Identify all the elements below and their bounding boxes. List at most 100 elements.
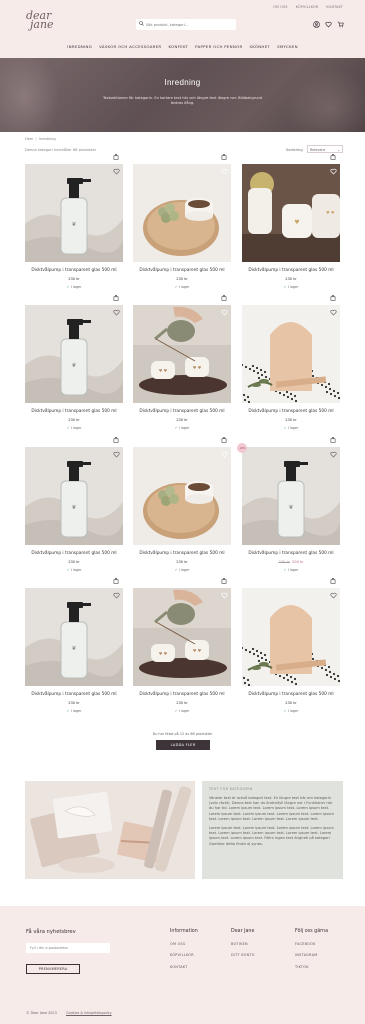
product-price: 230 kr — [242, 277, 340, 281]
product-name[interactable]: Disktvålpump i transparent glas 500 ml — [25, 692, 123, 697]
add-to-cart-bag-icon[interactable] — [112, 153, 120, 161]
search-bar[interactable] — [136, 19, 236, 30]
nav-item-inredning[interactable]: Inredning — [67, 44, 92, 49]
sale-price: 200 kr — [292, 560, 304, 564]
product-image[interactable]: ♥ ♥ ♥ ♥ — [133, 588, 231, 686]
footer-link[interactable]: Köpvillkor — [170, 953, 198, 957]
footer-link[interactable]: Facebook — [295, 942, 328, 946]
product-name[interactable]: Disktvålpump i transparent glas 500 ml — [133, 268, 231, 273]
product-image[interactable] — [133, 164, 231, 262]
add-to-cart-bag-icon[interactable] — [329, 294, 337, 302]
price: 230 kr — [176, 560, 188, 564]
nav-item-vaskor[interactable]: Väskor och accessoarer — [99, 44, 161, 49]
add-to-cart-bag-icon[interactable] — [329, 436, 337, 444]
check-icon: ✓ — [283, 708, 287, 713]
heart-icon[interactable] — [325, 21, 332, 30]
footer-link[interactable]: Ditt konto — [231, 953, 255, 957]
nav-item-konfekt[interactable]: Konfekt — [168, 44, 188, 49]
product-image[interactable]: ❦ — [25, 447, 123, 545]
product-image[interactable]: ♥ ♥ ♥ ♥ — [133, 305, 231, 403]
wishlist-heart-icon[interactable] — [329, 167, 337, 175]
top-link-contact[interactable]: Kontakt — [326, 5, 343, 9]
legal-link[interactable]: Cookies & Integritetspolicy — [66, 1011, 112, 1015]
footer-link[interactable]: Instagram — [295, 953, 328, 957]
add-to-cart-bag-icon[interactable] — [329, 577, 337, 585]
wishlist-heart-icon[interactable] — [220, 450, 228, 458]
editorial-paragraph: Vänster text är också kategori text. En … — [209, 796, 334, 821]
product-name[interactable]: Disktvålpump i transparent glas 500 ml — [25, 551, 123, 556]
editorial-text-box: Text för kategorin Vänster text är också… — [202, 781, 343, 879]
wishlist-heart-icon[interactable] — [329, 591, 337, 599]
product-name[interactable]: Disktvålpump i transparent glas 500 ml — [242, 409, 340, 414]
product-name[interactable]: Disktvålpump i transparent glas 500 ml — [133, 692, 231, 697]
product-image[interactable] — [242, 588, 340, 686]
cart-icon[interactable] — [337, 21, 344, 30]
breadcrumb: Hem / Inredning — [25, 137, 56, 141]
wishlist-heart-icon[interactable] — [112, 167, 120, 175]
editorial-image — [25, 781, 195, 879]
footer-link[interactable]: Tiktok — [295, 965, 328, 969]
product-image[interactable]: ♥ ♥ ♥ — [242, 164, 340, 262]
product-name[interactable]: Disktvålpump i transparent glas 500 ml — [25, 268, 123, 273]
footer-link[interactable]: Om oss — [170, 942, 198, 946]
nav-item-skonhet[interactable]: Skönhet — [249, 44, 270, 49]
category-title: Inredning — [164, 78, 201, 87]
add-to-cart-bag-icon[interactable] — [220, 153, 228, 161]
add-to-cart-bag-icon[interactable] — [220, 436, 228, 444]
add-to-cart-bag-icon[interactable] — [220, 577, 228, 585]
product-name[interactable]: Disktvålpump i transparent glas 500 ml — [25, 409, 123, 414]
old-price: 230 kr — [278, 560, 290, 564]
add-to-cart-bag-icon[interactable] — [220, 294, 228, 302]
stock-status: ✓ I lager — [242, 568, 340, 572]
stock-text: I lager — [178, 425, 190, 430]
add-to-cart-bag-icon[interactable] — [112, 436, 120, 444]
wishlist-heart-icon[interactable] — [112, 308, 120, 316]
product-image[interactable]: ❦ — [242, 447, 340, 545]
footer-link[interactable]: Kontakt — [170, 965, 198, 969]
wishlist-heart-icon[interactable] — [220, 308, 228, 316]
product-name[interactable]: Disktvålpump i transparent glas 500 ml — [242, 268, 340, 273]
site-logo[interactable]: dear jane — [26, 10, 60, 30]
product-image[interactable] — [242, 305, 340, 403]
add-to-cart-bag-icon[interactable] — [112, 577, 120, 585]
load-more-button[interactable]: Ladda fler — [156, 740, 210, 750]
editorial-kicker: Text för kategorin — [209, 787, 253, 791]
nav-item-papper[interactable]: Papper och pennor — [195, 44, 242, 49]
wishlist-heart-icon[interactable] — [112, 591, 120, 599]
sort-select[interactable]: Relevans ⌄ — [307, 145, 343, 153]
wishlist-heart-icon[interactable] — [220, 591, 228, 599]
top-link-about[interactable]: Om oss — [273, 5, 288, 9]
footer-col-title: Information — [170, 929, 198, 934]
footer-col-information: Information Om oss Köpvillkor Kontakt — [170, 929, 198, 976]
stock-status: ✓ I lager — [133, 426, 231, 430]
stock-text: I lager — [287, 284, 299, 289]
top-link-terms[interactable]: Köpvillkor — [296, 5, 319, 9]
nav-item-smycken[interactable]: Smycken — [277, 44, 298, 49]
search-input[interactable] — [146, 22, 231, 27]
subscribe-button[interactable]: Prenumerera — [26, 964, 80, 974]
add-to-cart-bag-icon[interactable] — [112, 294, 120, 302]
product-image[interactable] — [133, 447, 231, 545]
product-image[interactable]: ❦ — [25, 588, 123, 686]
wishlist-heart-icon[interactable] — [220, 167, 228, 175]
product-image[interactable]: ❦ — [25, 164, 123, 262]
product-name[interactable]: Disktvålpump i transparent glas 500 ml — [133, 409, 231, 414]
product-name[interactable]: Disktvålpump i transparent glas 500 ml — [242, 551, 340, 556]
sale-badge: -13% — [237, 443, 247, 453]
wishlist-heart-icon[interactable] — [112, 450, 120, 458]
footer-link[interactable]: Butiken — [231, 942, 255, 946]
breadcrumb-home[interactable]: Hem — [25, 137, 33, 141]
stock-status: ✓ I lager — [242, 709, 340, 713]
newsletter-email-field[interactable]: Fyll i din e-postadress — [26, 943, 110, 953]
user-icon[interactable] — [313, 21, 320, 30]
wishlist-heart-icon[interactable] — [329, 450, 337, 458]
product-image[interactable]: ❦ — [25, 305, 123, 403]
product-price: 230 kr — [133, 560, 231, 564]
stock-text: I lager — [287, 708, 299, 713]
product-name[interactable]: Disktvålpump i transparent glas 500 ml — [133, 551, 231, 556]
price: 230 kr — [176, 277, 188, 281]
product-name[interactable]: Disktvålpump i transparent glas 500 ml — [242, 692, 340, 697]
stock-status: ✓ I lager — [25, 426, 123, 430]
wishlist-heart-icon[interactable] — [329, 308, 337, 316]
add-to-cart-bag-icon[interactable] — [329, 153, 337, 161]
